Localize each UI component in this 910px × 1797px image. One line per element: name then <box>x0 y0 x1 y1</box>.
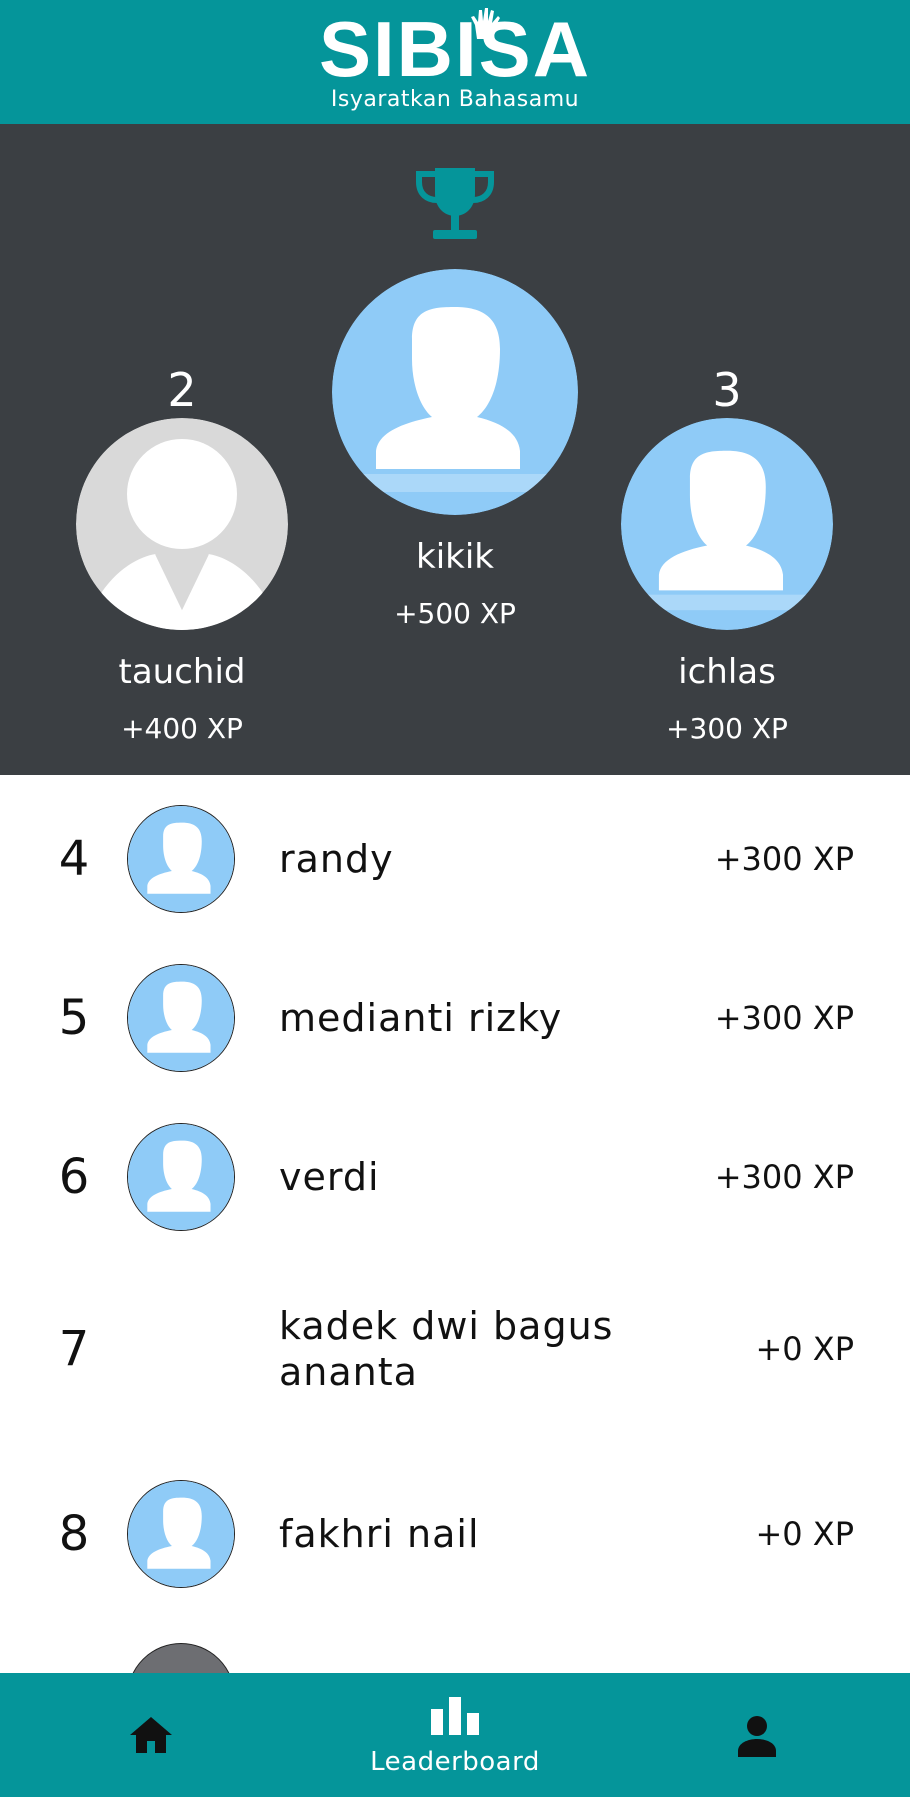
home-icon[interactable] <box>128 1715 174 1755</box>
row-name: kadek dwi bagus ananta <box>279 1304 614 1394</box>
row-rank: 6 <box>58 1149 90 1205</box>
nav-leaderboard-label: Leaderboard <box>370 1747 540 1777</box>
bottom-navigation: Leaderboard <box>0 1673 910 1797</box>
user-avatar-icon <box>127 1480 235 1588</box>
user-avatar-icon <box>332 269 578 515</box>
row-xp: +300 XP <box>714 840 854 878</box>
row-rank: 5 <box>58 990 90 1046</box>
row-xp: +300 XP <box>714 1158 854 1196</box>
podium-second[interactable]: 2 tauchid +400 XP <box>62 362 302 745</box>
person-icon[interactable] <box>736 1715 778 1757</box>
podium-section: 2 tauchid +400 XP kikik +500 XP 3 ichlas… <box>0 124 910 775</box>
nav-leaderboard[interactable]: Leaderboard <box>365 1697 545 1777</box>
user-avatar-icon <box>127 1123 235 1231</box>
row-rank: 8 <box>58 1506 90 1562</box>
leaderboard-row[interactable]: 6 verdi +300 XP <box>0 1123 910 1231</box>
podium-xp: +400 XP <box>121 712 243 745</box>
podium-rank: 2 <box>167 363 197 417</box>
trophy-icon <box>416 168 494 239</box>
row-name: fakhri nail <box>279 1512 480 1556</box>
leaderboard-row[interactable]: 7 kadek dwi bagus ananta +0 XP <box>0 1295 910 1403</box>
leaderboard-row[interactable]: 5 medianti rizky +300 XP <box>0 964 910 1072</box>
row-name: randy <box>279 837 394 881</box>
bar-chart-icon <box>431 1697 479 1735</box>
podium-name: tauchid <box>118 652 246 692</box>
podium-third[interactable]: 3 ichlas +300 XP <box>610 362 844 745</box>
default-avatar-icon <box>76 418 288 630</box>
logo-tagline: Isyaratkan Bahasamu <box>330 86 580 112</box>
row-xp: +300 XP <box>714 999 854 1037</box>
podium-xp: +300 XP <box>666 712 788 745</box>
row-name: medianti rizky <box>279 996 563 1040</box>
user-avatar-icon <box>621 418 833 630</box>
leaderboard-row[interactable]: 8 fakhri nail +0 XP <box>0 1480 910 1588</box>
podium-rank: 3 <box>712 363 742 417</box>
row-name: verdi <box>279 1155 380 1199</box>
app-header: SIBISA Isyaratkan Bahasamu <box>0 0 910 124</box>
row-xp: +0 XP <box>755 1515 854 1553</box>
app-logo: SIBISA Isyaratkan Bahasamu <box>318 4 592 112</box>
hand-icon <box>470 7 500 39</box>
podium-first[interactable]: kikik +500 XP <box>325 269 585 630</box>
logo-text: SIBISA <box>318 4 592 93</box>
user-avatar-icon <box>127 805 235 913</box>
row-rank: 7 <box>58 1321 90 1377</box>
user-avatar-icon <box>127 964 235 1072</box>
leaderboard-row[interactable]: 4 randy +300 XP <box>0 805 910 913</box>
row-xp: +0 XP <box>755 1330 854 1368</box>
podium-xp: +500 XP <box>394 597 516 630</box>
row-rank: 4 <box>58 831 90 887</box>
podium-name: ichlas <box>678 652 776 692</box>
podium-name: kikik <box>416 537 494 577</box>
